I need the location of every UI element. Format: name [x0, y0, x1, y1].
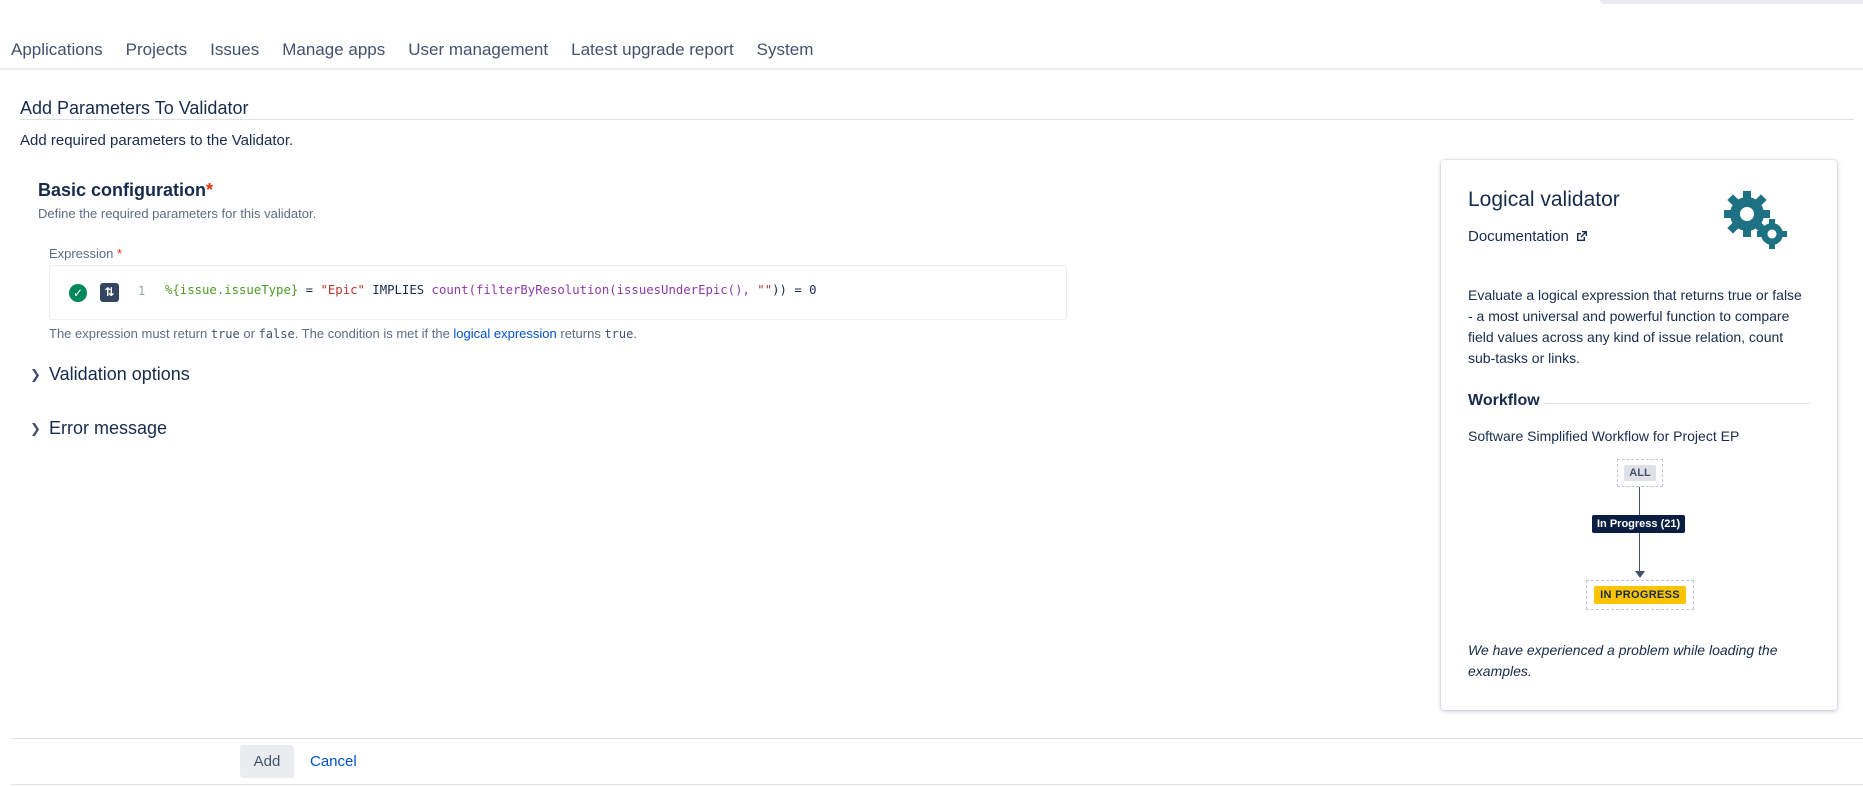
- expression-hint: The expression must return true or false…: [49, 326, 637, 341]
- check-circle-icon: ✓: [69, 284, 87, 302]
- code-token: count(filterByResolution(issuesUnderEpic…: [431, 283, 758, 297]
- hint-code-false: false: [258, 327, 295, 341]
- footer-divider: [11, 738, 1863, 739]
- page-description: Add required parameters to the Validator…: [20, 132, 294, 149]
- required-mark: *: [206, 180, 214, 200]
- status-node-all: ALL: [1617, 459, 1663, 487]
- card-title: Logical validator: [1468, 188, 1620, 211]
- validation-options-toggle[interactable]: ❯ Validation options: [30, 364, 190, 385]
- page-title: Add Parameters To Validator: [20, 98, 249, 118]
- workflow-diagram: ALL In Progress (21) IN PROGRESS: [1586, 457, 1706, 610]
- workflow-divider: [1544, 403, 1810, 404]
- documentation-link[interactable]: Documentation: [1468, 228, 1588, 245]
- hint-code-true: true: [210, 327, 240, 341]
- hint-text: . The condition is met if the: [294, 326, 454, 341]
- validation-options-label: Validation options: [49, 364, 190, 384]
- hint-text: returns: [556, 326, 605, 341]
- status-lozenge-in-progress: IN PROGRESS: [1594, 586, 1686, 604]
- cancel-link[interactable]: Cancel: [310, 753, 357, 770]
- code-token: %{issue.issueType}: [165, 283, 299, 297]
- code-token: =: [298, 283, 321, 297]
- parser-icon[interactable]: ⇅: [100, 283, 119, 302]
- basic-config-title-text: Basic configuration: [38, 180, 207, 200]
- hint-text: or: [239, 326, 259, 341]
- gears-icon: [1724, 191, 1787, 249]
- error-message-toggle[interactable]: ❯ Error message: [30, 418, 167, 439]
- line-number: 1: [138, 284, 146, 298]
- error-message-label: Error message: [49, 418, 168, 438]
- examples-error-message: We have experienced a problem while load…: [1468, 642, 1778, 679]
- title-divider: [20, 119, 1854, 120]
- external-link-icon: [1577, 231, 1588, 241]
- code-token: )) = 0: [772, 283, 817, 297]
- footer-bottom-divider: [11, 784, 1863, 785]
- code-token: IMPLIES: [364, 283, 432, 297]
- transition-label: In Progress (21): [1592, 515, 1686, 533]
- chevron-right-icon: ❯: [30, 420, 41, 436]
- expression-label: Expression *: [49, 246, 122, 261]
- basic-config-title: Basic configuration*: [38, 180, 213, 201]
- nav-projects[interactable]: Projects: [126, 40, 187, 60]
- expression-editor[interactable]: ✓ ⇅ 1 %{issue.issueType} = "Epic" IMPLIE…: [49, 265, 1067, 320]
- hint-code-true: true: [604, 327, 634, 341]
- hint-text: The expression must return: [49, 326, 211, 341]
- nav-latest-upgrade-report[interactable]: Latest upgrade report: [571, 40, 734, 60]
- basic-config-description: Define the required parameters for this …: [38, 206, 317, 221]
- expression-required-mark: *: [116, 246, 122, 261]
- logical-expression-link[interactable]: logical expression: [453, 326, 556, 341]
- hint-text: .: [633, 326, 637, 341]
- nav-issues[interactable]: Issues: [210, 40, 259, 60]
- validator-info-card: Logical validator Documentation Evaluate…: [1441, 160, 1837, 710]
- workflow-name: Software Simplified Workflow for Project…: [1468, 428, 1740, 444]
- add-button[interactable]: Add: [240, 745, 294, 778]
- nav-user-management[interactable]: User management: [408, 40, 548, 60]
- card-description: Evaluate a logical expression that retur…: [1468, 287, 1802, 366]
- expression-label-text: Expression: [49, 246, 114, 261]
- admin-top-nav: Applications Projects Issues Manage apps…: [0, 0, 1863, 70]
- nav-system[interactable]: System: [757, 40, 814, 60]
- chevron-right-icon: ❯: [30, 366, 41, 382]
- expression-code[interactable]: %{issue.issueType} = "Epic" IMPLIES coun…: [165, 283, 817, 297]
- nav-manage-apps[interactable]: Manage apps: [282, 40, 385, 60]
- documentation-link-text: Documentation: [1468, 228, 1569, 245]
- workflow-heading: Workflow: [1468, 392, 1540, 409]
- code-token: "Epic": [320, 283, 365, 297]
- arrow-down-icon: [1635, 571, 1645, 578]
- code-token: "": [757, 283, 773, 297]
- status-lozenge-all: ALL: [1624, 465, 1656, 481]
- nav-applications[interactable]: Applications: [11, 40, 103, 60]
- status-node-in-progress: IN PROGRESS: [1586, 580, 1694, 610]
